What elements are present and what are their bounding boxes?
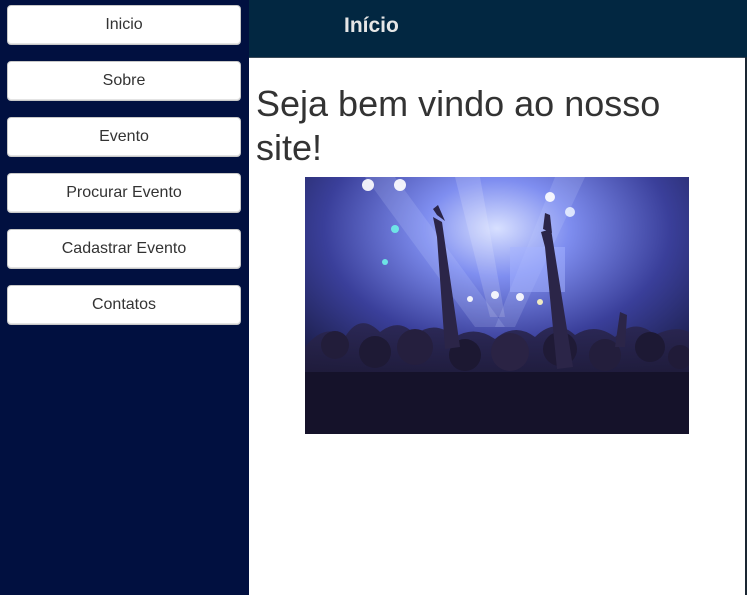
sidebar-item-contatos[interactable]: Contatos <box>7 285 241 325</box>
top-header: Início <box>249 0 747 57</box>
concert-crowd-image <box>305 177 689 434</box>
sidebar-item-procurar-evento[interactable]: Procurar Evento <box>7 173 241 213</box>
sidebar-item-sobre[interactable]: Sobre <box>7 61 241 101</box>
sidebar-item-inicio[interactable]: Inicio <box>7 5 241 45</box>
sidebar-item-label: Cadastrar Evento <box>61 240 187 257</box>
sidebar-item-label: Evento <box>99 128 149 145</box>
sidebar-item-label: Procurar Evento <box>66 184 182 201</box>
sidebar: Inicio Sobre Evento Procurar Evento Cada… <box>0 0 249 595</box>
sidebar-item-label: Sobre <box>102 72 146 89</box>
page-title: Início <box>344 14 399 37</box>
welcome-heading: Seja bem vindo ao nosso site! <box>256 83 661 168</box>
main-content: Seja bem vindo ao nosso site! <box>249 58 745 595</box>
sidebar-item-evento[interactable]: Evento <box>7 117 241 157</box>
sidebar-item-cadastrar-evento[interactable]: Cadastrar Evento <box>7 229 241 269</box>
concert-photo-graphic <box>305 177 689 434</box>
sidebar-item-label: Contatos <box>91 296 157 313</box>
sidebar-item-label: Inicio <box>105 16 143 33</box>
